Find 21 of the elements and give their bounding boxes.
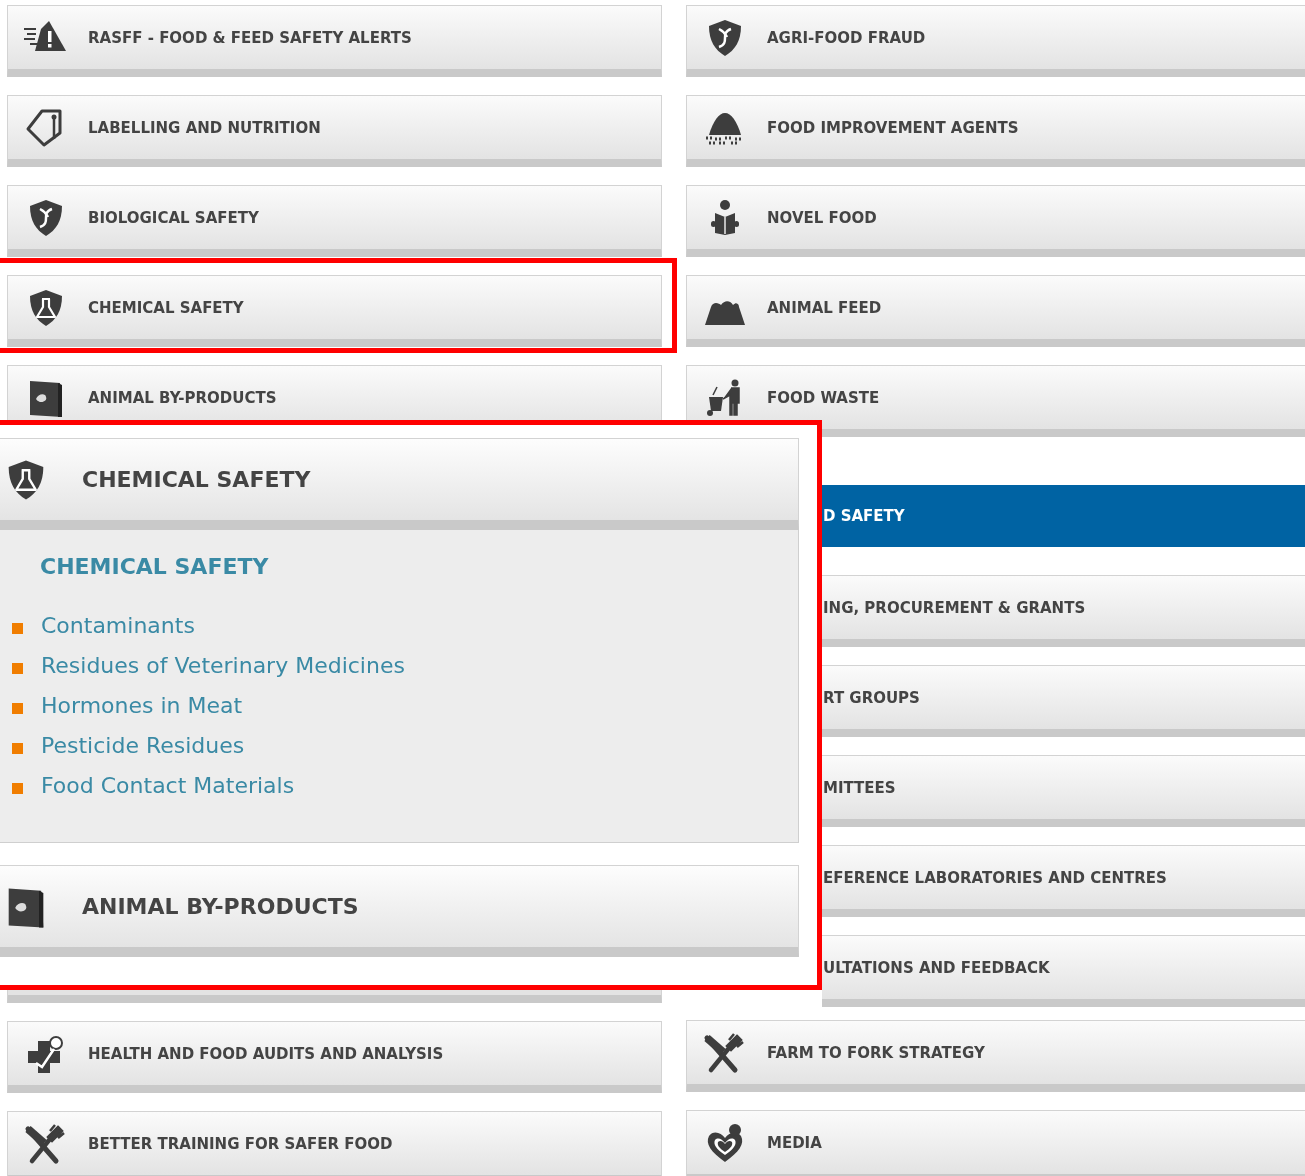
menu-button[interactable]: AGRI-FOOD FRAUD: [686, 5, 1305, 77]
menu-button[interactable]: D SAFETY: [822, 485, 1305, 547]
menu-button[interactable]: RASFF - FOOD & FEED SAFETY ALERTS: [7, 5, 662, 77]
menu-button[interactable]: NOVEL FOOD: [686, 185, 1305, 257]
menu-button[interactable]: MITTEES: [822, 755, 1305, 827]
menu-button[interactable]: FARM TO FORK STRATEGY: [686, 1020, 1305, 1092]
menu-button[interactable]: EFERENCE LABORATORIES AND CENTRES: [822, 845, 1305, 917]
menu-button[interactable]: FOOD WASTE: [686, 365, 1305, 437]
menu-button[interactable]: ING, PROCUREMENT & GRANTS: [822, 575, 1305, 647]
menu-button[interactable]: FOOD IMPROVEMENT AGENTS: [686, 95, 1305, 167]
menu-button[interactable]: MEDIA: [686, 1110, 1305, 1176]
menu-button[interactable]: CHEMICAL SAFETY: [7, 275, 662, 347]
menu-button[interactable]: RT GROUPS: [822, 665, 1305, 737]
menu-button[interactable]: ANIMAL FEED: [686, 275, 1305, 347]
menu-button[interactable]: LABELLING AND NUTRITION: [7, 95, 662, 167]
menu-button[interactable]: HEALTH AND FOOD AUDITS AND ANALYSIS: [7, 1021, 662, 1093]
menu-button[interactable]: BETTER TRAINING FOR SAFER FOOD: [7, 1111, 662, 1176]
menu-button[interactable]: ANIMAL BY-PRODUCTS: [0, 865, 799, 957]
menu-button[interactable]: CHEMICAL SAFETY: [0, 438, 799, 530]
menu-button[interactable]: ULTATIONS AND FEEDBACK: [822, 935, 1305, 1007]
menu-button[interactable]: BIOLOGICAL SAFETY: [7, 185, 662, 257]
